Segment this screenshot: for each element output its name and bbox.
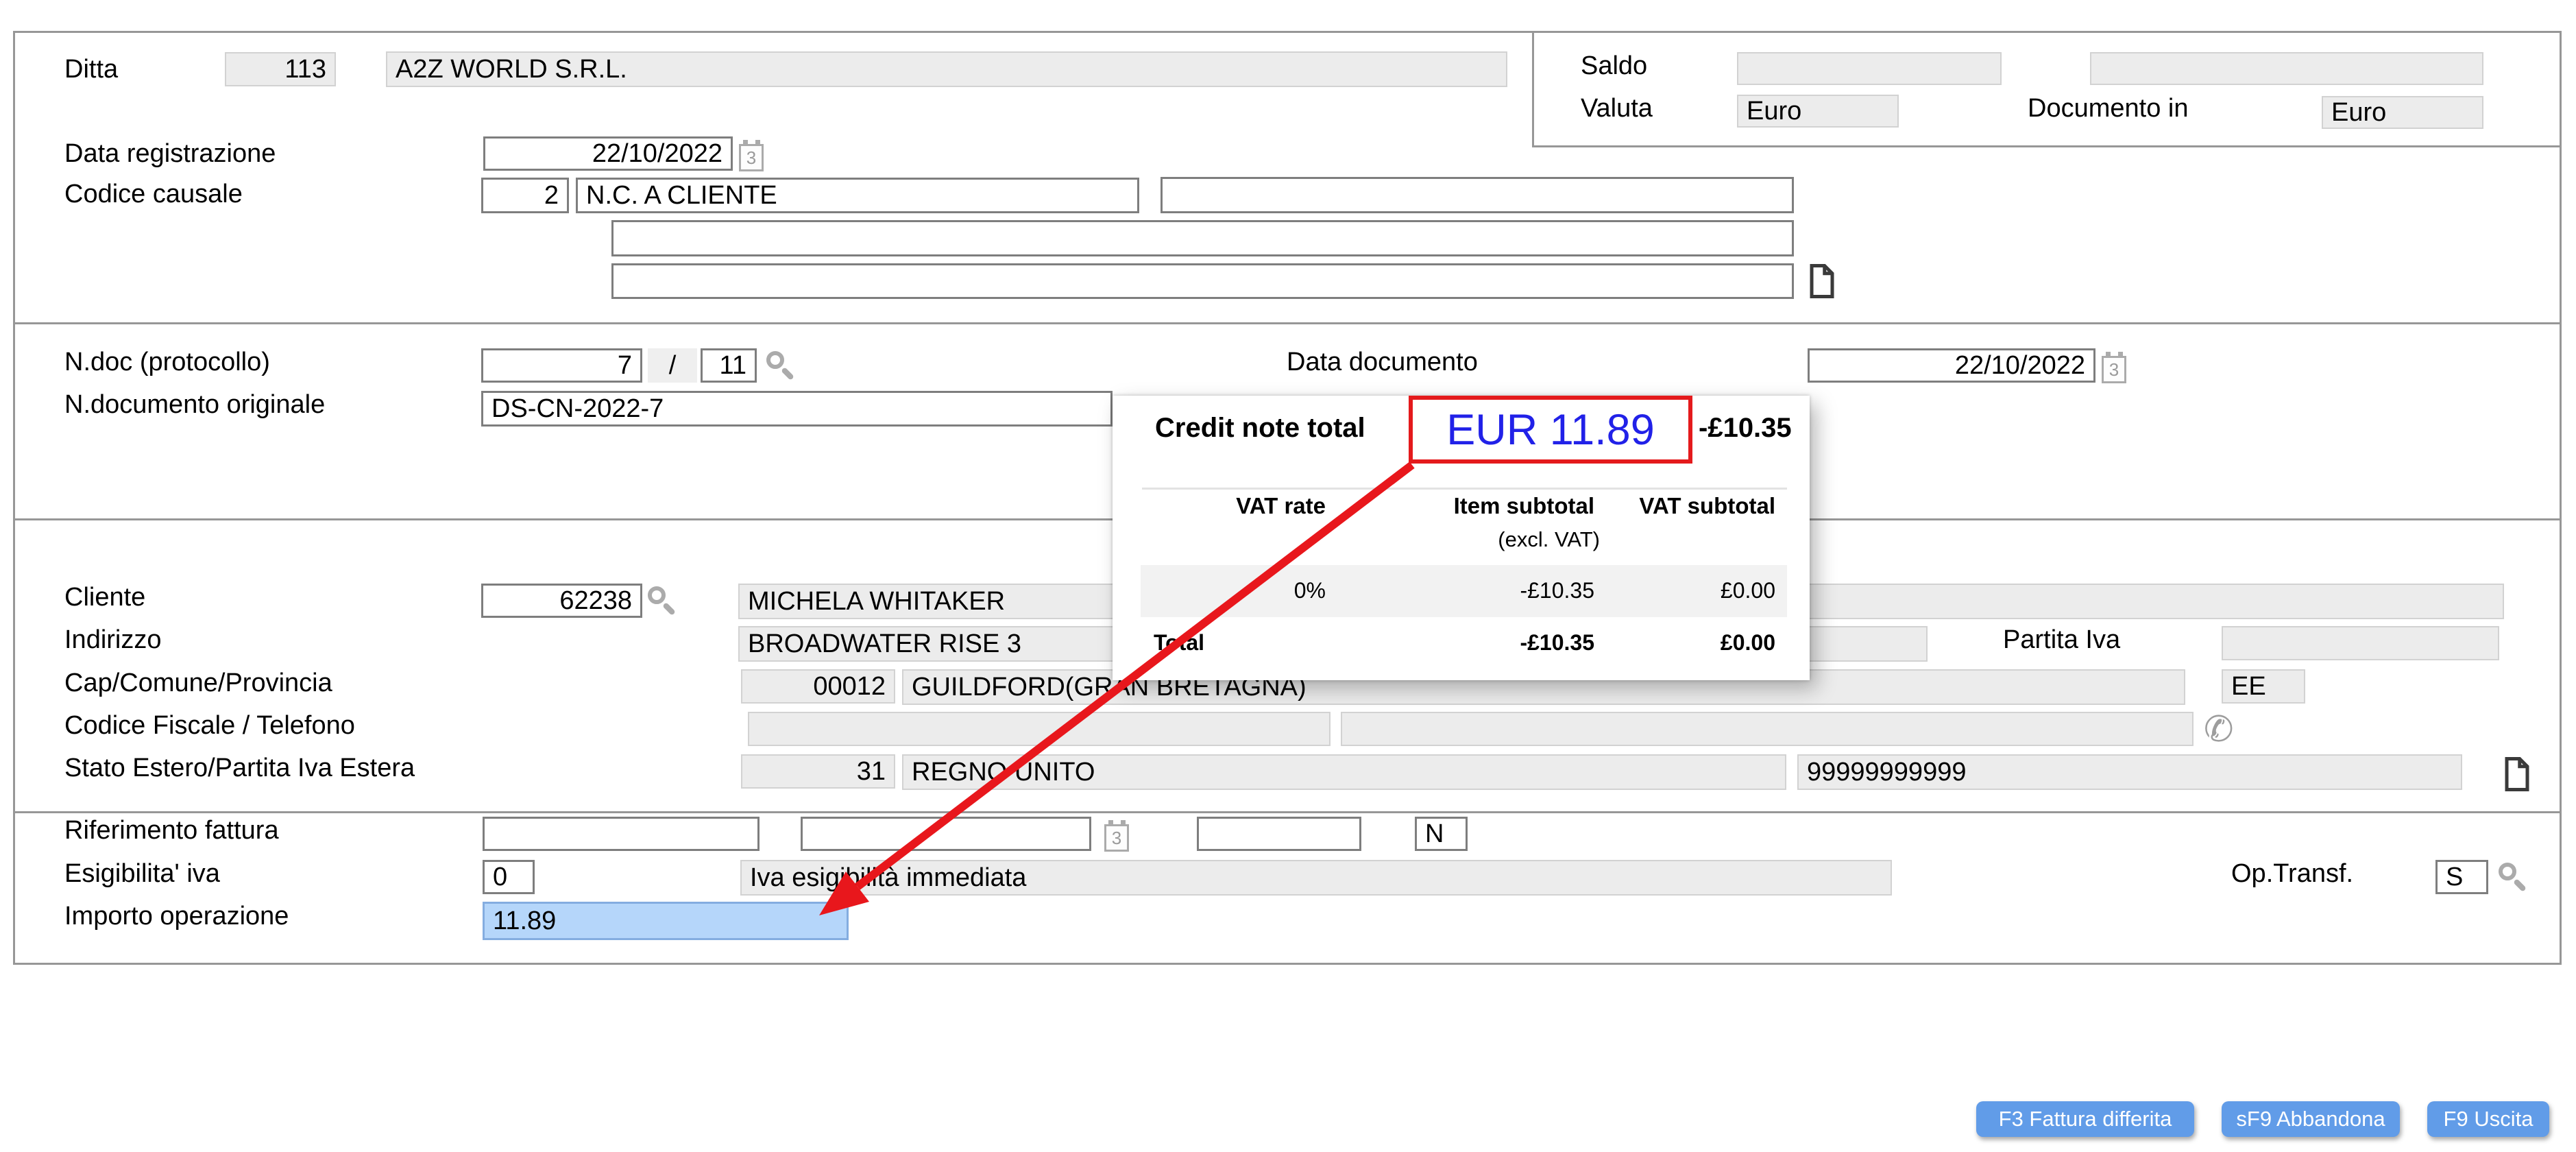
ndoc-separator: / bbox=[648, 348, 697, 383]
codice-fiscale-telefono-label: Codice Fiscale / Telefono bbox=[64, 709, 355, 742]
data-documento-input[interactable]: 22/10/2022 bbox=[1808, 348, 2095, 383]
provincia-field: EE bbox=[2222, 669, 2305, 704]
cap-comune-provincia-label: Cap/Comune/Provincia bbox=[64, 667, 332, 699]
ditta-code-field: 113 bbox=[225, 52, 336, 86]
ditta-name-field: A2Z WORLD S.R.L. bbox=[386, 51, 1507, 87]
saldo-panel bbox=[1532, 31, 2562, 147]
data-documento-label: Data documento bbox=[1287, 346, 1478, 379]
ndoc-number-input[interactable]: 7 bbox=[481, 348, 642, 383]
calendar-icon[interactable]: 3 bbox=[1104, 820, 1132, 853]
credit-note-title: Credit note total bbox=[1155, 410, 1365, 446]
codice-causale-label: Codice causale bbox=[64, 178, 243, 211]
valuta-field: Euro bbox=[1737, 95, 1899, 128]
codice-fiscale-field bbox=[748, 712, 1330, 746]
calendar-icon[interactable]: 3 bbox=[739, 140, 766, 173]
search-icon[interactable] bbox=[766, 351, 798, 385]
vat-rate-header: VAT rate bbox=[1236, 491, 1326, 521]
registrazione-contabile-window: Ditta 113 A2Z WORLD S.R.L. Saldo Valuta … bbox=[0, 0, 2576, 1152]
popup-divider bbox=[1142, 488, 1787, 490]
vat-subtotal-value: £0.00 bbox=[1721, 575, 1775, 606]
section-divider-3 bbox=[13, 811, 2562, 813]
data-registrazione-input[interactable]: 22/10/2022 bbox=[483, 136, 733, 171]
search-icon[interactable] bbox=[2499, 863, 2530, 897]
phone-icon[interactable]: ✆ bbox=[2204, 712, 2234, 747]
item-subtotal-value: -£10.35 bbox=[1520, 575, 1594, 606]
calendar-icon[interactable]: 3 bbox=[2102, 352, 2129, 385]
partita-iva-field bbox=[2222, 626, 2499, 660]
ndoc-originale-input[interactable]: DS-CN-2022-7 bbox=[481, 391, 1113, 427]
riferimento-input-3[interactable] bbox=[1197, 817, 1361, 851]
codice-causale-desc-input[interactable]: N.C. A CLIENTE bbox=[576, 178, 1139, 213]
telefono-field bbox=[1341, 712, 2194, 746]
importo-operazione-label: Importo operazione bbox=[64, 900, 289, 933]
esigibilita-desc-field: Iva esigibilità immediata bbox=[740, 860, 1892, 896]
importo-operazione-input[interactable]: 11.89 bbox=[483, 902, 849, 940]
riferimento-input-1[interactable] bbox=[483, 817, 760, 851]
saldo-label: Saldo bbox=[1581, 49, 1647, 82]
riferimento-flag-input[interactable]: N bbox=[1415, 817, 1468, 851]
item-subtotal-header: Item subtotal bbox=[1454, 491, 1594, 521]
ndoc-protocollo-label: N.doc (protocollo) bbox=[64, 346, 270, 379]
credit-note-total-highlight: EUR 11.89 bbox=[1409, 396, 1692, 464]
f9-uscita-button[interactable]: F9 Uscita bbox=[2427, 1101, 2549, 1137]
codice-causale-code-input[interactable]: 2 bbox=[481, 178, 569, 213]
f3-fattura-differita-button[interactable]: F3 Fattura differita bbox=[1976, 1101, 2194, 1137]
stato-estero-code-field: 31 bbox=[741, 754, 895, 789]
vat-rate-value: 0% bbox=[1294, 575, 1326, 606]
documento-in-field: Euro bbox=[2322, 96, 2483, 129]
vat-subtotal-header: VAT subtotal bbox=[1639, 491, 1775, 521]
cap-field: 00012 bbox=[741, 669, 895, 704]
saldo-field-2 bbox=[2090, 52, 2483, 85]
saldo-field-1 bbox=[1737, 52, 2002, 85]
total-vat-subtotal: £0.00 bbox=[1721, 627, 1775, 658]
credit-note-total-gbp: -£10.35 bbox=[1699, 410, 1792, 446]
partita-iva-label: Partita Iva bbox=[2003, 623, 2120, 656]
ndoc-suffix-input[interactable]: 11 bbox=[701, 348, 757, 383]
item-subtotal-subheader: (excl. VAT) bbox=[1498, 525, 1600, 554]
causale-note-input-2[interactable] bbox=[611, 263, 1794, 299]
stato-estero-name-field: REGNO UNITO bbox=[902, 754, 1786, 790]
codice-causale-extra-input[interactable] bbox=[1161, 177, 1794, 213]
total-row-label: Total bbox=[1154, 627, 1204, 658]
documento-in-label: Documento in bbox=[2028, 92, 2188, 125]
cliente-label: Cliente bbox=[64, 581, 145, 614]
valuta-label: Valuta bbox=[1581, 92, 1653, 125]
riferimento-fattura-label: Riferimento fattura bbox=[64, 814, 279, 847]
op-transf-input[interactable]: S bbox=[2435, 860, 2488, 894]
ditta-label: Ditta bbox=[64, 53, 118, 86]
document-icon[interactable] bbox=[1808, 264, 1836, 298]
partita-iva-estera-field: 99999999999 bbox=[1797, 754, 2462, 790]
riferimento-input-2[interactable] bbox=[801, 817, 1091, 851]
esigibilita-code-input[interactable]: 0 bbox=[483, 860, 535, 894]
causale-note-input-1[interactable] bbox=[611, 220, 1794, 256]
section-divider-1 bbox=[13, 322, 2562, 324]
total-item-subtotal: -£10.35 bbox=[1520, 627, 1594, 658]
ndoc-originale-label: N.documento originale bbox=[64, 388, 325, 421]
op-transf-label: Op.Transf. bbox=[2231, 857, 2353, 890]
esigibilita-iva-label: Esigibilita' iva bbox=[64, 857, 220, 890]
sf9-abbandona-button[interactable]: sF9 Abbandona bbox=[2222, 1101, 2400, 1137]
data-registrazione-label: Data registrazione bbox=[64, 137, 276, 170]
stato-estero-label: Stato Estero/Partita Iva Estera bbox=[64, 752, 415, 784]
search-icon[interactable] bbox=[648, 586, 679, 621]
vat-row-band bbox=[1141, 565, 1787, 617]
cliente-code-input[interactable]: 62238 bbox=[481, 584, 642, 618]
indirizzo-label: Indirizzo bbox=[64, 623, 162, 656]
document-icon[interactable] bbox=[2503, 757, 2531, 791]
